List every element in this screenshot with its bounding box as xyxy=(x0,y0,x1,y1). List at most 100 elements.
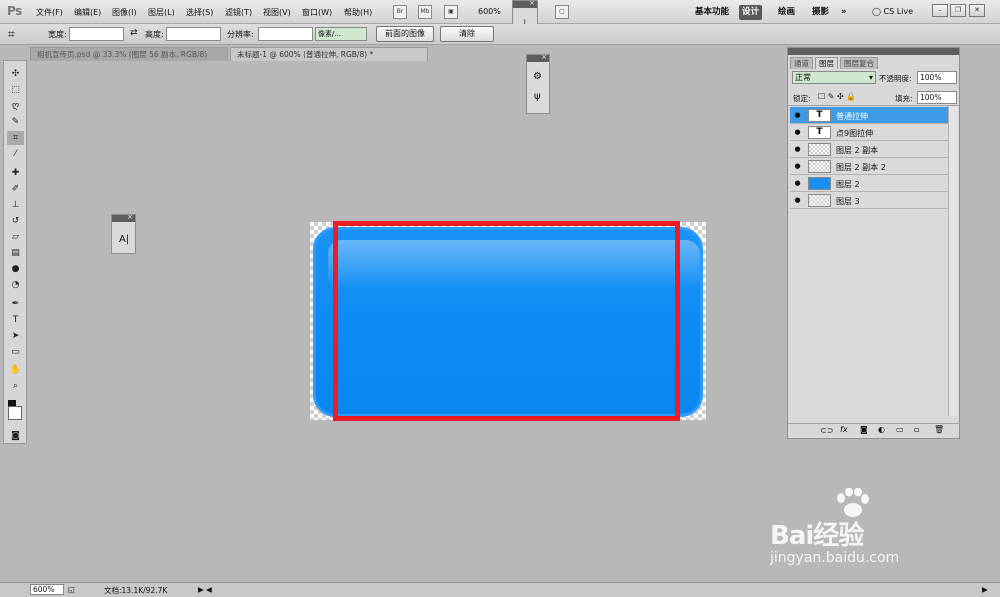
close-icon[interactable]: × xyxy=(127,213,133,221)
brush-tool-icon[interactable]: ✐ xyxy=(7,182,24,196)
fill-label: 填充: xyxy=(895,94,913,103)
move-tool-icon[interactable]: ✣ xyxy=(7,67,24,81)
menu-help[interactable]: 帮助(H) xyxy=(344,7,372,18)
hand-tool-icon[interactable]: ✋ xyxy=(7,363,24,377)
layer-row[interactable]: ● T 点9图拉伸 xyxy=(790,124,948,141)
blur-tool-icon[interactable]: ● xyxy=(7,262,24,276)
menu-image[interactable]: 图像(I) xyxy=(112,7,137,18)
view-extras-icon[interactable]: ▣ xyxy=(444,5,458,19)
eye-icon[interactable]: ● xyxy=(793,162,802,171)
eye-icon[interactable]: ● xyxy=(793,128,802,137)
brush-panel[interactable]: × ⚙ ψ xyxy=(526,53,550,114)
panel-header[interactable]: × xyxy=(112,213,135,222)
panel-header[interactable]: × xyxy=(513,0,537,8)
menu-file[interactable]: 文件(F) xyxy=(36,7,63,18)
layer-name: 图层 2 xyxy=(836,180,860,189)
mask-icon[interactable]: ◙ xyxy=(860,425,868,434)
fill-field[interactable]: 100% xyxy=(917,91,957,104)
link-icon[interactable]: ⊂⊃ xyxy=(820,426,833,435)
history-brush-icon[interactable]: ↺ xyxy=(7,214,24,228)
quick-select-tool-icon[interactable]: ✎ xyxy=(7,115,24,129)
path-select-icon[interactable]: ➤ xyxy=(7,329,24,343)
front-image-button[interactable]: 前面的图像 xyxy=(376,26,434,42)
eye-icon[interactable]: ● xyxy=(793,196,802,205)
foreground-color-swatch[interactable] xyxy=(8,406,22,420)
lock-icons[interactable]: ☐ ✎ ✣ 🔒 xyxy=(818,92,856,101)
clear-button[interactable]: 清除 xyxy=(440,26,494,42)
screen-mode-icon[interactable]: ▢ xyxy=(555,5,569,19)
gradient-tool-icon[interactable]: ▤ xyxy=(7,246,24,260)
scroll-right-icon[interactable]: ▶ xyxy=(982,585,988,594)
character-icon[interactable]: A| xyxy=(119,234,129,245)
quick-mask-icon[interactable]: ◙ xyxy=(7,429,24,443)
eraser-tool-icon[interactable]: ▱ xyxy=(7,230,24,244)
zoom-level-select[interactable]: 600% xyxy=(478,7,501,16)
menu-filter[interactable]: 滤镜(T) xyxy=(225,7,252,18)
height-field[interactable] xyxy=(166,27,221,41)
blend-mode-select[interactable]: 正常 ▾ xyxy=(792,71,876,84)
eye-icon[interactable]: ● xyxy=(793,179,802,188)
workspace-more[interactable]: » xyxy=(838,5,850,20)
bridge-button[interactable]: Br xyxy=(393,5,407,19)
zoom-field[interactable]: 600% xyxy=(30,584,64,595)
mini-bridge-button[interactable]: Mb xyxy=(418,5,432,19)
menu-layer[interactable]: 图层(L) xyxy=(148,7,175,18)
workspace-painting[interactable]: 绘画 xyxy=(775,5,798,20)
layer-row[interactable]: ● 图层 3 xyxy=(790,192,948,209)
dodge-tool-icon[interactable]: ◔ xyxy=(7,278,24,292)
workspace-design[interactable]: 设计 xyxy=(739,5,763,20)
scrollbar[interactable] xyxy=(948,106,958,416)
workspace-basic[interactable]: 基本功能 xyxy=(692,5,732,20)
eyedropper-tool-icon[interactable]: ⁄ xyxy=(7,147,24,161)
menu-edit[interactable]: 编辑(E) xyxy=(74,7,101,18)
menu-view[interactable]: 视图(V) xyxy=(263,7,291,18)
adjustment-icon[interactable]: ◐ xyxy=(878,425,885,434)
group-icon[interactable]: ▭ xyxy=(896,425,904,434)
swap-icon[interactable]: ⇄ xyxy=(130,28,138,38)
crop-tool-icon[interactable]: ⌗ xyxy=(7,131,24,145)
minimize-icon[interactable]: – xyxy=(932,4,948,17)
pen-tool-icon[interactable]: ✒ xyxy=(7,297,24,311)
panel-header[interactable] xyxy=(788,48,959,55)
cslive-label: CS Live xyxy=(883,7,914,16)
eye-icon[interactable]: ● xyxy=(793,111,802,120)
close-icon[interactable]: × xyxy=(529,0,535,7)
healing-tool-icon[interactable]: ✚ xyxy=(7,166,24,180)
crop-tool-icon[interactable]: ⌗ xyxy=(8,27,15,42)
character-panel[interactable]: × A| xyxy=(111,213,136,254)
new-layer-icon[interactable]: ▫ xyxy=(914,425,919,434)
workspace-photography[interactable]: 摄影 xyxy=(809,5,832,20)
layer-row[interactable]: ● 图层 2 xyxy=(790,175,948,192)
brush-settings-icon[interactable]: ⚙ xyxy=(533,71,542,82)
menu-select[interactable]: 选择(S) xyxy=(186,7,213,18)
restore-icon[interactable]: ❐ xyxy=(950,4,966,17)
tab-camera-psd[interactable]: 相机宣传页.psd @ 33.3% (图层 56 副本, RGB/8) xyxy=(30,47,228,61)
tab-untitled[interactable]: 未标题-1 @ 600% (普通拉伸, RGB/8) * xyxy=(230,47,428,61)
stamp-tool-icon[interactable]: ⊥ xyxy=(7,198,24,212)
fx-icon[interactable]: fx xyxy=(840,425,848,434)
tab-channels[interactable]: 通道 xyxy=(790,57,813,69)
marquee-tool-icon[interactable]: ⬚ xyxy=(7,83,24,97)
status-menu-arrow-icon[interactable]: ▶ xyxy=(198,585,204,594)
layer-row[interactable]: ● 图层 2 副本 xyxy=(790,141,948,158)
zoom-tool-icon[interactable]: ⌕ xyxy=(7,379,24,393)
resolution-field[interactable] xyxy=(258,27,313,41)
trash-icon[interactable]: 🗑 xyxy=(934,425,944,434)
scroll-left-icon[interactable]: ◀ xyxy=(206,585,212,594)
tab-layers[interactable]: 图层 xyxy=(815,57,838,69)
type-tool-icon[interactable]: T xyxy=(7,313,24,327)
resolution-unit-select[interactable]: 像素/... xyxy=(315,27,367,41)
lasso-tool-icon[interactable]: ღ xyxy=(7,99,24,113)
status-icon[interactable]: ◱ xyxy=(68,585,75,594)
layer-row[interactable]: ● T 普通拉伸 xyxy=(790,107,948,124)
opacity-field[interactable]: 100% xyxy=(917,71,957,84)
menu-window[interactable]: 窗口(W) xyxy=(302,7,332,18)
usb-icon[interactable]: ψ xyxy=(534,91,541,102)
eye-icon[interactable]: ● xyxy=(793,145,802,154)
close-icon[interactable]: ✕ xyxy=(969,4,985,17)
shape-tool-icon[interactable]: ▭ xyxy=(7,345,24,359)
width-field[interactable] xyxy=(69,27,124,41)
layer-row[interactable]: ● 图层 2 副本 2 xyxy=(790,158,948,175)
tab-layer-comps[interactable]: 图层复合 xyxy=(840,57,878,69)
cslive-button[interactable]: ◯ CS Live xyxy=(872,7,913,16)
